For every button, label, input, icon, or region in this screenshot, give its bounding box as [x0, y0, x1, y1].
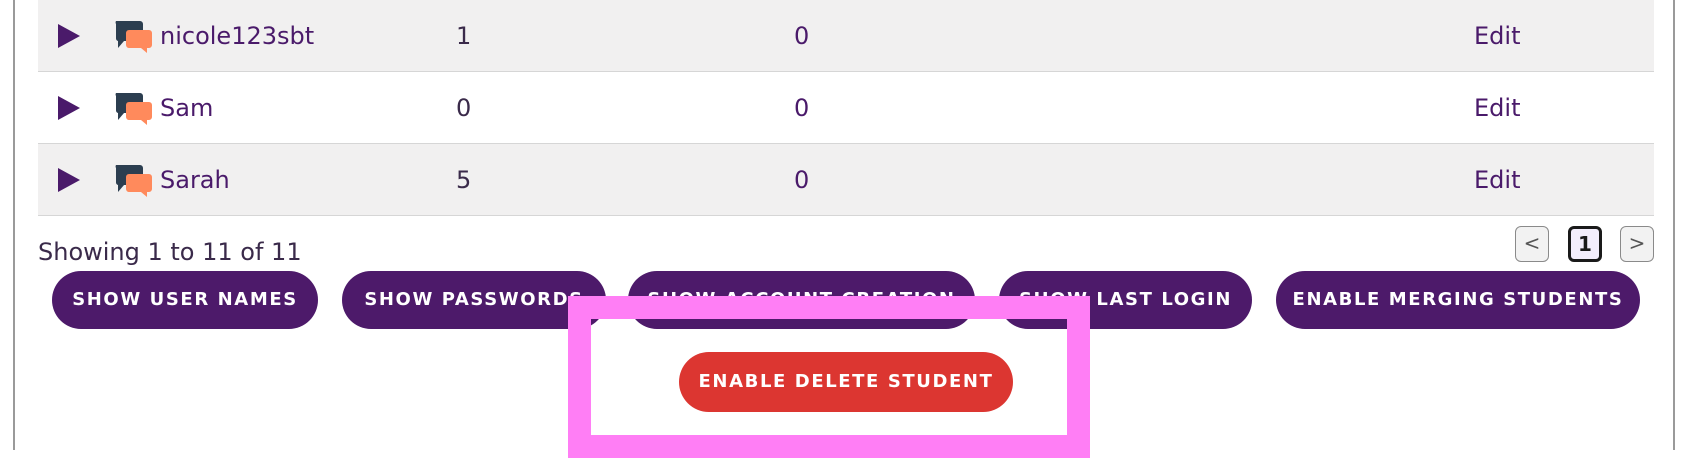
pagination-summary: Showing 1 to 11 of 11	[38, 238, 302, 266]
edit-link[interactable]: Edit	[1474, 22, 1520, 50]
chat-bubbles-icon	[115, 165, 152, 197]
enable-merging-students-button[interactable]: ENABLE MERGING STUDENTS	[1276, 271, 1640, 329]
edit-link[interactable]: Edit	[1474, 94, 1520, 122]
student-value-1: 1	[456, 22, 472, 50]
student-value-2: 0	[794, 22, 810, 50]
student-name-link[interactable]: Sam	[160, 94, 213, 122]
student-value-2: 0	[794, 94, 810, 122]
student-value-2: 0	[794, 166, 810, 194]
student-value-1: 0	[456, 94, 472, 122]
expand-row-icon[interactable]	[58, 96, 80, 120]
prev-page-button[interactable]: <	[1515, 226, 1549, 262]
show-user-names-button[interactable]: SHOW USER NAMES	[52, 271, 318, 329]
table-row: nicole123sbt 1 0 Edit	[38, 0, 1654, 72]
table-row: Sarah 5 0 Edit	[38, 144, 1654, 216]
edit-link[interactable]: Edit	[1474, 166, 1520, 194]
table-row: Sam 0 0 Edit	[38, 72, 1654, 144]
student-name-link[interactable]: Sarah	[160, 166, 230, 194]
expand-row-icon[interactable]	[58, 24, 80, 48]
next-page-button[interactable]: >	[1620, 226, 1654, 262]
enable-delete-student-button[interactable]: ENABLE DELETE STUDENT	[679, 352, 1013, 412]
chat-bubbles-icon	[115, 21, 152, 53]
chat-bubbles-icon	[115, 93, 152, 125]
student-value-1: 5	[456, 166, 472, 194]
page-1-button[interactable]: 1	[1568, 226, 1602, 262]
show-last-login-button[interactable]: SHOW LAST LOGIN	[999, 271, 1252, 329]
students-table: nicole123sbt 1 0 Edit Sam 0 0 Edit Sarah…	[38, 0, 1654, 216]
show-passwords-button[interactable]: SHOW PASSWORDS	[342, 271, 606, 329]
expand-row-icon[interactable]	[58, 168, 80, 192]
show-account-creation-button[interactable]: SHOW ACCOUNT CREATION	[628, 271, 975, 329]
student-name-link[interactable]: nicole123sbt	[160, 22, 314, 50]
